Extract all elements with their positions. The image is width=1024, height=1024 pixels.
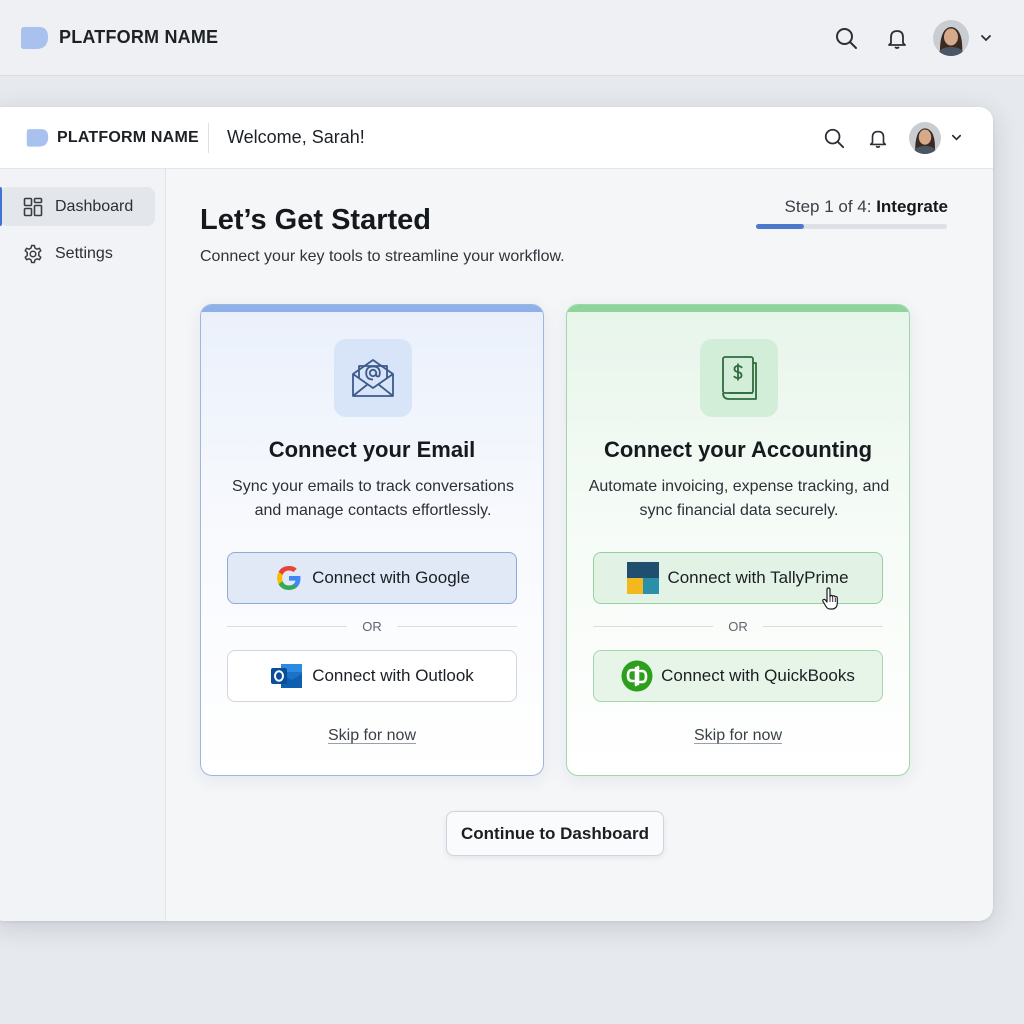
quickbooks-icon (621, 660, 653, 692)
card-title: Connect your Email (268, 437, 476, 462)
outlook-icon (271, 664, 303, 688)
card-icon-container (334, 339, 412, 417)
button-label: Connect with Google (312, 568, 470, 587)
sidebar-item-settings[interactable]: Settings (0, 234, 155, 273)
header-divider (208, 123, 209, 153)
card-icon-container (700, 339, 778, 417)
page-title: Let’s Get Started (200, 204, 431, 236)
brand-name: PLATFORM NAME (59, 27, 219, 47)
avatar[interactable] (933, 20, 969, 56)
sidebar-item-dashboard[interactable]: Dashboard (0, 187, 155, 226)
sidebar-item-label: Dashboard (55, 198, 134, 215)
connect-google-button[interactable]: Connect with Google (227, 552, 517, 604)
bell-icon[interactable] (885, 26, 909, 50)
google-icon (277, 566, 301, 590)
gear-icon (24, 244, 42, 264)
or-divider: OR (593, 618, 883, 636)
welcome-message: Welcome, Sarah! (227, 127, 365, 147)
button-label: Connect with TallyPrime (667, 568, 849, 587)
ledger-dollar-icon (722, 356, 757, 400)
connect-outlook-button[interactable]: Connect with Outlook (227, 650, 517, 702)
app-header: PLATFORM NAME Welcome, Sarah! (0, 107, 993, 169)
step-progress-track (756, 224, 947, 229)
accounting-card: Connect your Accounting Automate invoici… (566, 304, 910, 776)
search-icon[interactable] (823, 127, 845, 149)
step-indicator: Step 1 of 4: Integrate (756, 197, 948, 229)
outer-top-bar: PLATFORM NAME (0, 0, 1024, 76)
card-accent-bar (201, 305, 543, 312)
button-label: Connect with Outlook (312, 666, 474, 685)
skip-link[interactable]: Skip for now (567, 727, 909, 745)
brand-name: PLATFORM NAME (57, 129, 199, 146)
step-prefix: Step 1 of 4: (784, 197, 877, 216)
avatar[interactable] (909, 122, 941, 154)
bell-icon[interactable] (867, 127, 889, 149)
connect-quickbooks-button[interactable]: Connect with QuickBooks (593, 650, 883, 702)
sidebar-item-label: Settings (55, 245, 113, 262)
continue-to-dashboard-button[interactable]: Continue to Dashboard (446, 811, 664, 856)
page-subtitle: Connect your key tools to streamline you… (200, 248, 565, 265)
tallyprime-icon (627, 562, 660, 594)
card-title: Connect your Accounting (603, 437, 873, 462)
button-label: Connect with QuickBooks (661, 666, 855, 685)
chevron-down-icon[interactable] (950, 131, 963, 144)
step-label: Step 1 of 4: Integrate (756, 197, 948, 217)
skip-link[interactable]: Skip for now (201, 727, 543, 745)
step-progress-fill (756, 224, 804, 229)
or-divider: OR (227, 618, 517, 636)
search-icon[interactable] (834, 26, 858, 50)
app-window: PLATFORM NAME Welcome, Sarah! Dashboard … (0, 107, 993, 921)
chevron-down-icon[interactable] (979, 31, 993, 45)
sidebar: Dashboard Settings (0, 169, 166, 921)
logo-icon (26, 129, 49, 147)
hand-cursor-icon (822, 587, 838, 610)
card-description: Automate invoicing, expense tracking, an… (588, 478, 890, 519)
card-description: Sync your emails to track conversations … (232, 478, 514, 519)
step-current: Integrate (876, 197, 948, 216)
email-card: Connect your Email Sync your emails to t… (200, 304, 544, 776)
email-at-icon (352, 359, 394, 397)
card-accent-bar (567, 305, 909, 312)
grid-icon (23, 197, 43, 217)
logo-icon (21, 27, 48, 49)
